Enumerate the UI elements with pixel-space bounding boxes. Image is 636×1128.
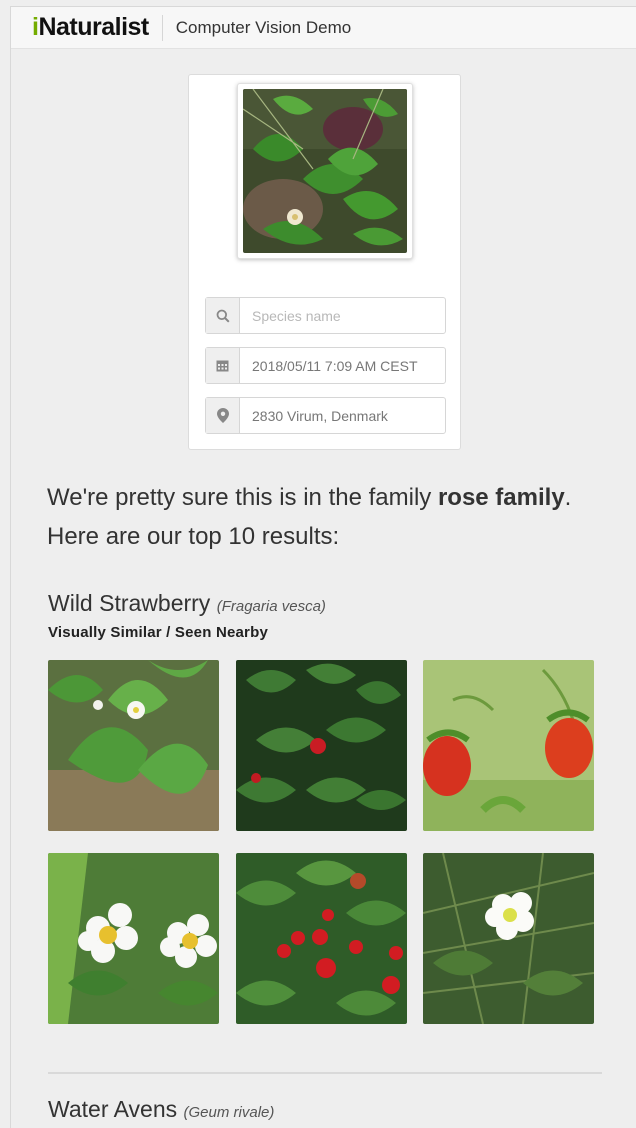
uploaded-photo (243, 89, 407, 253)
logo-text: Naturalist (38, 13, 149, 41)
result-photo[interactable] (48, 660, 219, 831)
location-input[interactable] (240, 398, 445, 433)
result-photo[interactable] (236, 853, 407, 1024)
result-subtitle: Visually Similar / Seen Nearby (48, 624, 268, 641)
result-divider (48, 1072, 602, 1074)
result-photo[interactable] (236, 660, 407, 831)
calendar-icon (206, 348, 240, 383)
common-name: Wild Strawberry (48, 590, 211, 616)
date-input[interactable] (240, 348, 445, 383)
result-photo[interactable] (48, 853, 219, 1024)
scientific-name: (Fragaria vesca) (216, 598, 326, 615)
result-summary: We're pretty sure this is in the family … (47, 478, 587, 556)
result-photo[interactable] (423, 660, 594, 831)
result-title[interactable]: Water Avens (Geum rivale) (48, 1096, 274, 1123)
uploaded-photo-frame[interactable] (237, 83, 413, 259)
date-field[interactable] (205, 347, 446, 384)
map-marker-icon (206, 398, 240, 433)
family-name: rose family (437, 484, 565, 511)
search-icon (206, 298, 240, 333)
species-name-field[interactable] (205, 297, 446, 334)
location-field[interactable] (205, 397, 446, 434)
summary-prefix: We're pretty sure this is in the family (47, 484, 438, 511)
scientific-name: (Geum rivale) (183, 1104, 275, 1121)
common-name: Water Avens (48, 1096, 178, 1122)
species-name-input[interactable] (240, 298, 445, 333)
result-title[interactable]: Wild Strawberry (Fragaria vesca) (48, 590, 326, 617)
result-photo[interactable] (423, 853, 594, 1024)
page-title: Computer Vision Demo (175, 17, 352, 37)
app-header: i Naturalist Computer Vision Demo (11, 7, 636, 49)
upload-card (188, 74, 461, 450)
inaturalist-logo[interactable]: i Naturalist (32, 7, 149, 48)
header-divider (161, 14, 163, 41)
